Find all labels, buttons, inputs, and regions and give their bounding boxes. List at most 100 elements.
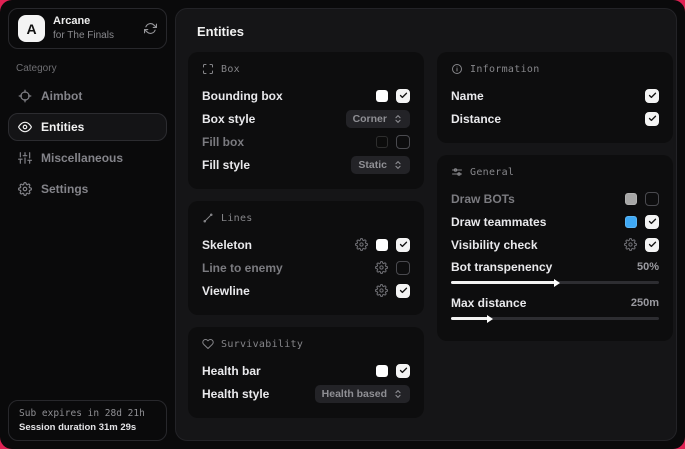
draw-teammates-row: Draw teammates [451, 210, 659, 233]
card-title: Information [470, 64, 540, 75]
sync-icon[interactable] [144, 22, 157, 35]
max-distance-slider-fill [451, 317, 488, 320]
page-title: Entities [197, 24, 664, 39]
heart-icon [202, 338, 214, 350]
name-label: Name [451, 89, 637, 103]
information-card: Information Name Distance [437, 52, 673, 143]
card-title: General [470, 167, 514, 178]
lines-card: Lines Skeleton Line to enemy V [188, 201, 424, 315]
max-distance-label: Max distance [451, 296, 623, 310]
visibility-check-label: Visibility check [451, 238, 616, 252]
app-title: Arcane [53, 15, 136, 28]
box-style-row: Box style Corner [202, 107, 410, 130]
bounding-box-color-swatch[interactable] [376, 90, 388, 102]
health-style-select[interactable]: Health based [315, 385, 410, 403]
chevron-up-down-icon [393, 389, 403, 399]
box-style-value: Corner [353, 113, 387, 125]
logo-card: A Arcane for The Finals [8, 8, 167, 49]
box-corners-icon [202, 63, 214, 75]
viewline-row: Viewline [202, 279, 410, 302]
box-style-select[interactable]: Corner [346, 110, 410, 128]
bounding-box-checkbox[interactable] [396, 89, 410, 103]
sidebar-item-label: Miscellaneous [41, 151, 123, 165]
max-distance-slider[interactable] [451, 317, 659, 320]
bot-transparency-slider-fill [451, 281, 555, 284]
health-style-label: Health style [202, 387, 307, 401]
max-distance-value: 250m [631, 297, 659, 309]
viewline-checkbox[interactable] [396, 284, 410, 298]
health-bar-checkbox[interactable] [396, 364, 410, 378]
fill-box-label: Fill box [202, 135, 368, 149]
check-icon [648, 114, 657, 123]
app-logo: A [18, 15, 45, 42]
health-style-row: Health style Health based [202, 382, 410, 405]
bounding-box-label: Bounding box [202, 89, 368, 103]
fill-style-value: Static [358, 159, 387, 171]
visibility-check-settings-icon[interactable] [624, 238, 637, 251]
card-title: Box [221, 64, 240, 75]
category-label: Category [16, 63, 159, 74]
max-distance-group: Max distance 250m [451, 292, 659, 320]
skeleton-color-swatch[interactable] [376, 239, 388, 251]
name-checkbox[interactable] [645, 89, 659, 103]
sliders-icon [18, 151, 32, 165]
visibility-check-checkbox[interactable] [645, 238, 659, 252]
box-style-label: Box style [202, 112, 338, 126]
visibility-check-row: Visibility check [451, 233, 659, 256]
diagonal-line-icon [202, 212, 214, 224]
bot-transparency-value: 50% [637, 261, 659, 273]
health-style-value: Health based [322, 388, 387, 400]
info-icon [451, 63, 463, 75]
line-to-enemy-checkbox[interactable] [396, 261, 410, 275]
gear-icon [18, 182, 32, 196]
sub-expires-text: Sub expires in 28d 21h [19, 408, 156, 419]
sidebar-item-label: Settings [41, 182, 88, 196]
sidebar-item-miscellaneous[interactable]: Miscellaneous [8, 144, 167, 172]
check-icon [648, 217, 657, 226]
viewline-settings-icon[interactable] [375, 284, 388, 297]
draw-bots-checkbox[interactable] [645, 192, 659, 206]
fill-box-checkbox[interactable] [396, 135, 410, 149]
horizontal-sliders-icon [451, 166, 463, 178]
check-icon [648, 240, 657, 249]
fill-box-row: Fill box [202, 130, 410, 153]
bounding-box-row: Bounding box [202, 84, 410, 107]
chevron-up-down-icon [393, 160, 403, 170]
box-card: Box Bounding box Box style Corner [188, 52, 424, 189]
fill-style-row: Fill style Static [202, 153, 410, 176]
fill-box-color-swatch[interactable] [376, 136, 388, 148]
sidebar-item-label: Entities [41, 120, 84, 134]
viewline-label: Viewline [202, 284, 367, 298]
crosshair-icon [18, 89, 32, 103]
distance-row: Distance [451, 107, 659, 130]
health-bar-label: Health bar [202, 364, 368, 378]
line-to-enemy-row: Line to enemy [202, 256, 410, 279]
draw-bots-row: Draw BOTs [451, 187, 659, 210]
draw-teammates-color-swatch[interactable] [625, 216, 637, 228]
draw-bots-label: Draw BOTs [451, 192, 617, 206]
check-icon [399, 91, 408, 100]
draw-teammates-checkbox[interactable] [645, 215, 659, 229]
sidebar-item-entities[interactable]: Entities [8, 113, 167, 141]
skeleton-settings-icon[interactable] [355, 238, 368, 251]
health-bar-color-swatch[interactable] [376, 365, 388, 377]
draw-teammates-label: Draw teammates [451, 215, 617, 229]
line-to-enemy-settings-icon[interactable] [375, 261, 388, 274]
bot-transparency-slider[interactable] [451, 281, 659, 284]
session-duration-text: Session duration 31m 29s [19, 422, 156, 433]
health-bar-row: Health bar [202, 359, 410, 382]
eye-icon [18, 120, 32, 134]
distance-checkbox[interactable] [645, 112, 659, 126]
fill-style-select[interactable]: Static [351, 156, 410, 174]
sidebar-item-aimbot[interactable]: Aimbot [8, 82, 167, 110]
fill-style-label: Fill style [202, 158, 343, 172]
sidebar-item-settings[interactable]: Settings [8, 175, 167, 203]
skeleton-row: Skeleton [202, 233, 410, 256]
skeleton-checkbox[interactable] [396, 238, 410, 252]
survivability-card: Survivability Health bar Health style He… [188, 327, 424, 418]
check-icon [399, 286, 408, 295]
sidebar-item-label: Aimbot [41, 89, 82, 103]
card-title: Survivability [221, 339, 303, 350]
draw-bots-color-swatch[interactable] [625, 193, 637, 205]
check-icon [648, 91, 657, 100]
